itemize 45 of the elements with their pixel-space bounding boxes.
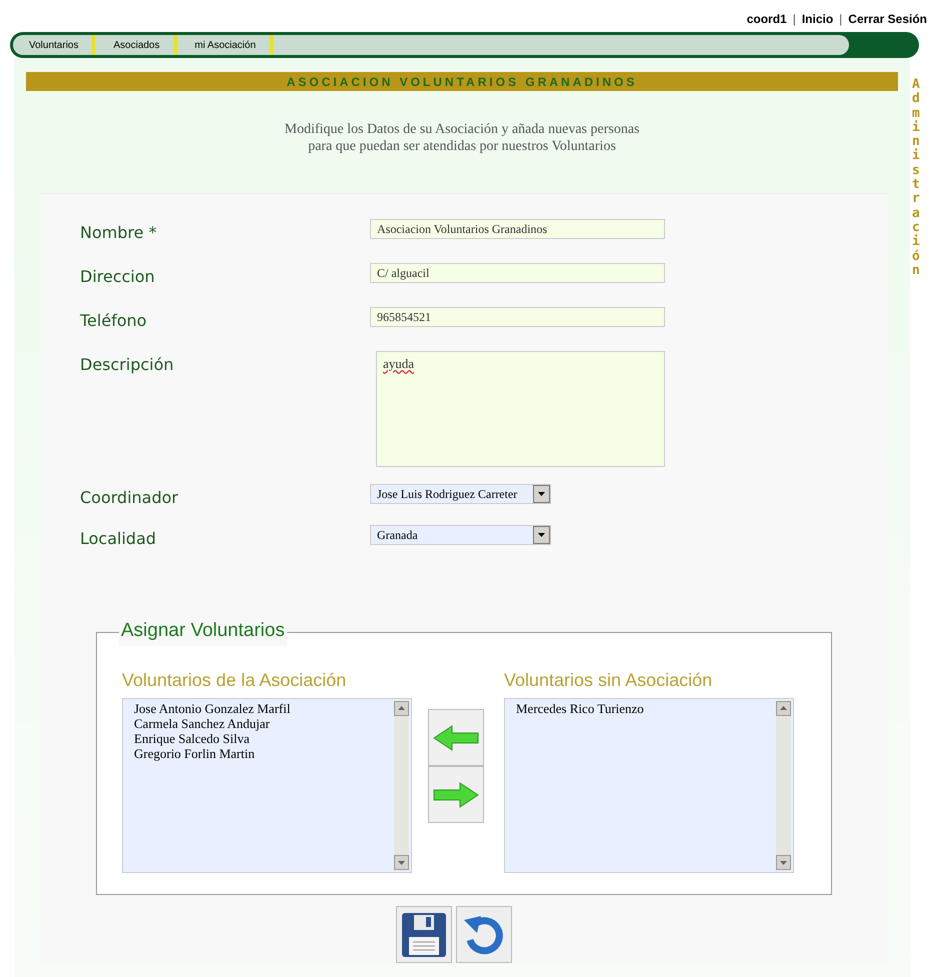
- field-label: Localidad: [79, 528, 158, 550]
- header-link[interactable]: coord1: [746, 10, 787, 28]
- scroll-up-icon: [394, 701, 409, 716]
- volunteer-listbox[interactable]: Jose Antonio Gonzalez Marfil Carmela Sanchez Andujar Enrique Salcedo Silva Gregorio Forlin Martin: [122, 698, 412, 873]
- nav-tab[interactable]: Voluntarios: [25, 35, 96, 55]
- list-option[interactable]: Carmela Sanchez Andujar: [134, 716, 270, 731]
- list-option[interactable]: Mercedes Rico Turienzo: [516, 701, 644, 716]
- intro-text: para que puedan ser atendidas por nuestros Voluntarios: [308, 138, 616, 155]
- scroll-up-icon: [776, 701, 791, 716]
- scrollbar[interactable]: [776, 701, 791, 870]
- volunteer-listbox[interactable]: Mercedes Rico Turienzo: [504, 698, 794, 873]
- move-left-button[interactable]: [428, 709, 484, 766]
- link-separator: |: [839, 11, 842, 28]
- list-heading: Voluntarios de la Asociación: [122, 669, 348, 692]
- text-field[interactable]: Asociacion Voluntarios Granadinos: [370, 219, 665, 239]
- undo-button[interactable]: [456, 906, 512, 963]
- nav-tab[interactable]: Asociados: [109, 35, 177, 55]
- list-heading: Voluntarios sin Asociación: [504, 669, 714, 692]
- field-label: Descripción: [79, 354, 175, 376]
- scroll-down-icon: [776, 855, 791, 870]
- dropdown[interactable]: Granada: [370, 525, 551, 545]
- description-textarea[interactable]: ayuda: [376, 351, 665, 467]
- vertical-section-label: Administración: [912, 78, 920, 278]
- field-label: Direccion: [79, 266, 156, 288]
- list-option[interactable]: Enrique Salcedo Silva: [134, 731, 250, 746]
- header-link[interactable]: Cerrar Sesión: [848, 10, 927, 28]
- text-field[interactable]: C/ alguacil: [370, 263, 665, 283]
- move-right-button[interactable]: [428, 766, 484, 823]
- scroll-down-icon: [394, 855, 409, 870]
- field-label: Coordinador: [79, 487, 180, 509]
- page-title: ASOCIACION VOLUNTARIOS GRANADINOS: [286, 74, 638, 90]
- intro-text: Modifique los Datos de su Asociación y añada nuevas personas: [284, 121, 640, 138]
- dropdown[interactable]: Jose Luis Rodriguez Carreter: [370, 484, 551, 504]
- save-button[interactable]: [396, 906, 452, 963]
- right-arrow-icon: [432, 780, 480, 808]
- nav-tab[interactable]: mi Asociación: [190, 35, 273, 55]
- field-label: Teléfono: [79, 310, 148, 332]
- text-field[interactable]: 965854521: [370, 307, 665, 327]
- list-option[interactable]: Gregorio Forlin Martin: [134, 746, 255, 761]
- link-separator: |: [792, 11, 796, 28]
- header-link[interactable]: Inicio: [802, 10, 834, 28]
- left-arrow-icon: [432, 724, 480, 752]
- scrollbar[interactable]: [394, 701, 409, 870]
- list-option[interactable]: Jose Antonio Gonzalez Marfil: [134, 701, 290, 716]
- field-label: Nombre *: [79, 222, 158, 244]
